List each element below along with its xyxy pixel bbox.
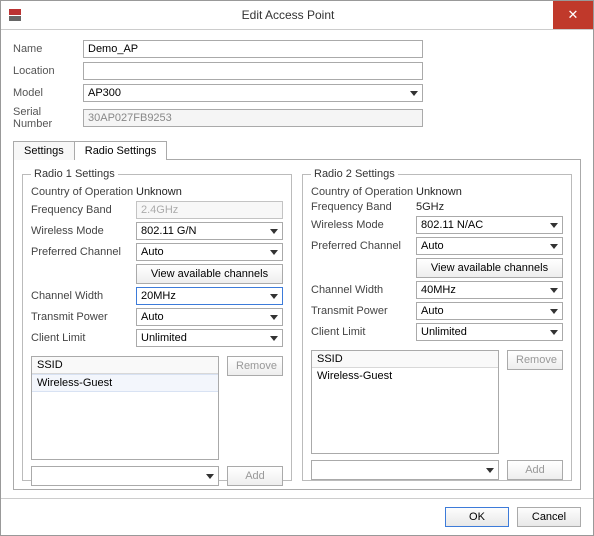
dialog-window: Edit Access Point ✕ Name Location Model … (0, 0, 594, 536)
radio1-freq-select: 2.4GHz (136, 201, 283, 219)
radio2-power-select[interactable]: Auto (416, 302, 563, 320)
radio1-power-label: Transmit Power (31, 311, 136, 323)
radio1-view-channels-button[interactable]: View available channels (136, 264, 283, 284)
model-label: Model (13, 87, 83, 99)
radio2-ssid-header: SSID (312, 351, 498, 368)
radio2-fieldset: Radio 2 Settings Country of Operation Un… (302, 168, 572, 481)
cancel-button[interactable]: Cancel (517, 507, 581, 527)
radio1-fieldset: Radio 1 Settings Country of Operation Un… (22, 168, 292, 481)
name-label: Name (13, 43, 83, 55)
radio1-remove-button[interactable]: Remove (227, 356, 283, 376)
radio1-ssid-header: SSID (32, 357, 218, 374)
radio1-mode-select[interactable]: 802.11 G/N (136, 222, 283, 240)
radio2-width-select[interactable]: 40MHz (416, 281, 563, 299)
location-label: Location (13, 65, 83, 77)
radio2-add-select[interactable] (311, 460, 499, 480)
app-icon (7, 7, 23, 23)
radio2-limit-select[interactable]: Unlimited (416, 323, 563, 341)
radio1-legend: Radio 1 Settings (31, 168, 118, 180)
name-input[interactable] (83, 40, 423, 58)
radio2-country-label: Country of Operation (311, 186, 416, 198)
list-item[interactable]: Wireless-Guest (312, 368, 498, 384)
ok-button[interactable]: OK (445, 507, 509, 527)
radio2-remove-button[interactable]: Remove (507, 350, 563, 370)
location-input[interactable] (83, 62, 423, 80)
radio2-legend: Radio 2 Settings (311, 168, 398, 180)
radio1-add-select[interactable] (31, 466, 219, 486)
radio1-limit-select[interactable]: Unlimited (136, 329, 283, 347)
radio2-mode-select[interactable]: 802.11 N/AC (416, 216, 563, 234)
serial-input (83, 109, 423, 127)
radio1-add-button[interactable]: Add (227, 466, 283, 486)
radio1-power-select[interactable]: Auto (136, 308, 283, 326)
list-item[interactable]: Wireless-Guest (32, 374, 218, 392)
radio2-freq-label: Frequency Band (311, 201, 416, 213)
tab-radio-settings[interactable]: Radio Settings (74, 141, 168, 160)
serial-label: Serial Number (13, 106, 83, 130)
radio1-width-select[interactable]: 20MHz (136, 287, 283, 305)
radio1-country-label: Country of Operation (31, 186, 136, 198)
radio2-view-channels-button[interactable]: View available channels (416, 258, 563, 278)
close-button[interactable]: ✕ (553, 1, 593, 29)
radio1-mode-label: Wireless Mode (31, 225, 136, 237)
window-title: Edit Access Point (23, 8, 553, 22)
titlebar: Edit Access Point ✕ (1, 1, 593, 30)
content: Name Location Model AP300 Serial Number … (1, 30, 593, 498)
radio1-country-value: Unknown (136, 186, 182, 198)
footer: OK Cancel (1, 498, 593, 535)
radio1-width-label: Channel Width (31, 290, 136, 302)
radio2-freq-value: 5GHz (416, 201, 444, 213)
radio1-channel-label: Preferred Channel (31, 246, 136, 258)
radio1-channel-select[interactable]: Auto (136, 243, 283, 261)
radio2-channel-select[interactable]: Auto (416, 237, 563, 255)
radio2-country-value: Unknown (416, 186, 462, 198)
radio2-power-label: Transmit Power (311, 305, 416, 317)
tabs: Settings Radio Settings (13, 140, 581, 159)
radio2-channel-label: Preferred Channel (311, 240, 416, 252)
radio2-add-button[interactable]: Add (507, 460, 563, 480)
radio2-ssid-list[interactable]: SSID Wireless-Guest (311, 350, 499, 454)
tab-settings[interactable]: Settings (13, 141, 75, 160)
radio1-limit-label: Client Limit (31, 332, 136, 344)
tabpanel-radio: Radio 1 Settings Country of Operation Un… (13, 159, 581, 490)
model-select[interactable]: AP300 (83, 84, 423, 102)
radio1-freq-label: Frequency Band (31, 204, 136, 216)
close-icon: ✕ (568, 7, 579, 23)
radio2-width-label: Channel Width (311, 284, 416, 296)
radio2-limit-label: Client Limit (311, 326, 416, 338)
radio2-mode-label: Wireless Mode (311, 219, 416, 231)
radio1-ssid-list[interactable]: SSID Wireless-Guest (31, 356, 219, 460)
